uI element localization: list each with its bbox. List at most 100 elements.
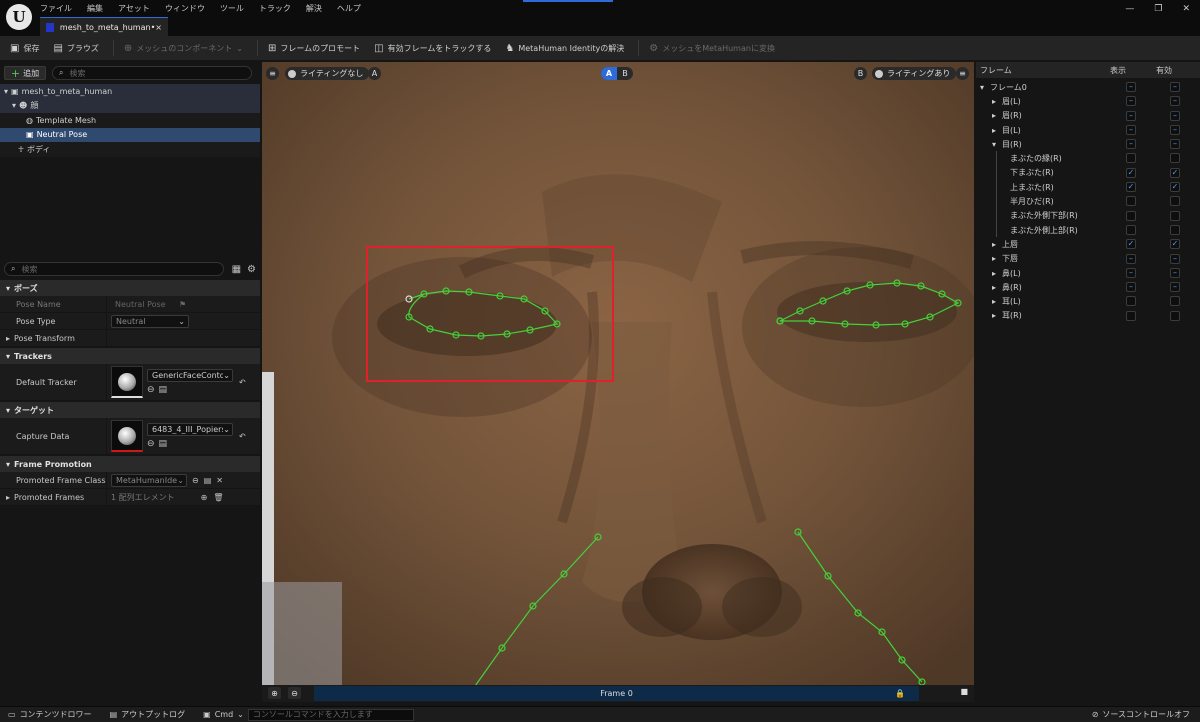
tree-item-template-mesh[interactable]: ◍ Template Mesh — [0, 113, 260, 128]
details-search-input[interactable]: ⌕ 検索 — [4, 262, 224, 276]
show-checkbox[interactable] — [1126, 196, 1136, 207]
active-checkbox[interactable] — [1170, 310, 1180, 321]
active-checkbox[interactable]: – — [1170, 110, 1180, 121]
frame-tree-row[interactable]: ▸ 上唇 ✓ ✓ — [976, 237, 1200, 251]
viewport-menu-button-right[interactable]: ≡ — [956, 67, 969, 80]
view-b-badge[interactable]: B — [854, 67, 867, 80]
active-checkbox[interactable]: – — [1170, 139, 1180, 150]
expand-arrow-icon[interactable]: ▾ — [992, 140, 1000, 149]
minimize-icon[interactable]: — — [1125, 4, 1134, 14]
frame-tree-row[interactable]: 下まぶた(R) ✓ ✓ — [976, 165, 1200, 181]
active-checkbox[interactable]: ✓ — [1170, 182, 1180, 193]
tree-item-face[interactable]: ▾ ☻ 顔 — [0, 98, 260, 113]
show-checkbox[interactable]: ✓ — [1126, 167, 1136, 178]
show-checkbox[interactable]: – — [1126, 110, 1136, 121]
document-tab[interactable]: mesh_to_meta_human• × — [40, 17, 168, 36]
trash-icon[interactable]: 🗑 — [213, 493, 223, 502]
browse-button[interactable]: ▤ ブラウズ — [53, 43, 98, 54]
output-log-button[interactable]: ▤ アウトプットログ — [110, 709, 186, 720]
mesh-components-dropdown[interactable]: ⊕ メッシュのコンポーネント ⌄ — [124, 43, 243, 54]
reset-arrow-icon[interactable]: ↶ — [239, 432, 246, 441]
convert-to-metahuman-button[interactable]: ⚙ メッシュをMetaHumanに変換 — [649, 43, 775, 54]
promoted-frame-class-dropdown[interactable]: MetaHumanIdent⌄ — [111, 473, 187, 487]
cmd-dropdown[interactable]: ▣ Cmd ⌄ — [203, 710, 244, 719]
expand-arrow-icon[interactable]: ▸ — [992, 311, 1000, 320]
close-tab-icon[interactable]: × — [155, 23, 162, 32]
active-checkbox[interactable]: – — [1170, 96, 1180, 107]
clear-icon[interactable]: ✕ — [216, 476, 223, 485]
capture-thumbnail[interactable] — [111, 420, 143, 452]
expand-arrow-icon[interactable]: ▾ — [980, 83, 988, 92]
active-checkbox[interactable] — [1170, 224, 1180, 235]
section-pose[interactable]: ▾ ポーズ — [0, 280, 260, 296]
remove-frame-icon[interactable]: ⊖ — [288, 687, 301, 699]
show-checkbox[interactable]: – — [1126, 96, 1136, 107]
console-command-input[interactable]: コンソールコマンドを入力します — [247, 708, 414, 721]
active-checkbox[interactable] — [1170, 210, 1180, 221]
active-checkbox[interactable] — [1170, 296, 1180, 307]
active-checkbox[interactable]: ✓ — [1170, 239, 1180, 250]
active-checkbox[interactable]: – — [1170, 253, 1180, 264]
use-selected-icon[interactable]: ⊖ — [147, 385, 155, 395]
frame-tree-row[interactable]: ▸ 鼻(L) – – — [976, 266, 1200, 280]
outliner-search-input[interactable]: ⌕ 検索 — [52, 66, 252, 80]
expand-arrow-icon[interactable]: ▸ — [992, 126, 1000, 135]
menu-track[interactable]: トラック — [259, 3, 291, 14]
frame-tree-row[interactable]: まぶた外側上部(R) — [976, 222, 1200, 238]
table-view-icon[interactable]: ▦ — [232, 264, 241, 275]
browse-asset-icon[interactable]: ▤ — [159, 439, 168, 449]
browse-asset-icon[interactable]: ▤ — [159, 385, 168, 395]
show-checkbox[interactable]: ✓ — [1126, 182, 1136, 193]
lighting-on-toggle[interactable]: ライティングあり — [872, 67, 957, 80]
expand-arrow-icon[interactable]: ▸ — [992, 283, 1000, 292]
camera-icon[interactable]: ■ — [960, 687, 968, 696]
section-target[interactable]: ▾ ターゲット — [0, 402, 260, 418]
active-checkbox[interactable]: – — [1170, 124, 1180, 135]
frame-tree-row[interactable]: 上まぶた(R) ✓ ✓ — [976, 180, 1200, 195]
reset-arrow-icon[interactable]: ↶ — [239, 378, 246, 387]
show-checkbox[interactable]: – — [1126, 139, 1136, 150]
tree-item-neutral-pose[interactable]: ▣ Neutral Pose — [0, 127, 260, 142]
expand-arrow-icon[interactable]: ▸ — [992, 240, 1000, 249]
tree-item-body[interactable]: ☥ ボディ — [0, 142, 260, 157]
promote-frame-button[interactable]: ⊞ フレームのプロモート — [268, 43, 360, 54]
menu-file[interactable]: ファイル — [40, 3, 72, 14]
show-checkbox[interactable] — [1126, 296, 1136, 307]
frame-tree-row[interactable]: ▸ 目(L) – – — [976, 123, 1200, 137]
show-checkbox[interactable]: – — [1126, 82, 1136, 92]
source-control-button[interactable]: ⊘ ソースコントロールオフ — [1092, 709, 1190, 720]
promoted-frames-row[interactable]: ▸ Promoted Frames 1 配列エレメント ⊕ 🗑 — [0, 489, 260, 506]
content-drawer-button[interactable]: ▭ コンテンツドロワー — [8, 709, 92, 720]
add-button[interactable]: + 追加 — [4, 66, 46, 80]
pose-type-dropdown[interactable]: Neutral ⌄ — [111, 314, 189, 328]
active-checkbox[interactable]: – — [1170, 282, 1180, 293]
frame-track[interactable]: Frame 0 🔒 — [314, 686, 919, 701]
use-selected-icon[interactable]: ⊖ — [192, 476, 199, 485]
frame-tree-row[interactable]: まぶた外側下部(R) — [976, 208, 1200, 223]
capture-data-dropdown[interactable]: 6483_4_III_Popiersie_⌄ — [147, 423, 233, 436]
frame-tree-row[interactable]: ▸ 眉(L) – – — [976, 94, 1200, 108]
pose-transform-row[interactable]: ▸ Pose Transform — [0, 330, 260, 347]
expand-arrow-icon[interactable]: ▸ — [992, 97, 1000, 106]
viewport[interactable]: ≡ ライティングなし A A B B ライティングあり ≡ — [262, 62, 974, 702]
frame-tree-row[interactable]: ▾ フレーム0 – – — [976, 80, 1200, 94]
expand-arrow-icon[interactable]: ▸ — [992, 254, 1000, 263]
frame-tree-row[interactable]: ▾ 目(R) – – — [976, 137, 1200, 151]
active-checkbox[interactable]: – — [1170, 82, 1180, 92]
frame-tree-row[interactable]: ▸ 下唇 – – — [976, 252, 1200, 266]
menu-help[interactable]: ヘルプ — [337, 3, 361, 14]
tracker-thumbnail[interactable] — [111, 366, 143, 398]
active-checkbox[interactable] — [1170, 196, 1180, 207]
section-frame-promotion[interactable]: ▾ Frame Promotion — [0, 456, 260, 472]
maximize-icon[interactable]: ❐ — [1154, 4, 1162, 14]
expand-arrow-icon[interactable]: ▸ — [992, 269, 1000, 278]
show-checkbox[interactable]: ✓ — [1126, 239, 1136, 250]
browse-asset-icon[interactable]: ▤ — [204, 476, 212, 485]
view-a-badge[interactable]: A — [368, 67, 381, 80]
frame-tree-row[interactable]: まぶたの縁(R) — [976, 151, 1200, 166]
menu-edit[interactable]: 編集 — [87, 3, 103, 14]
section-trackers[interactable]: ▾ Trackers — [0, 348, 260, 364]
frame-tree-row[interactable]: ▸ 眉(R) – – — [976, 109, 1200, 123]
expand-arrow-icon[interactable]: ▸ — [992, 297, 1000, 306]
solve-identity-button[interactable]: ♞ MetaHuman Identityの解決 — [505, 43, 624, 54]
